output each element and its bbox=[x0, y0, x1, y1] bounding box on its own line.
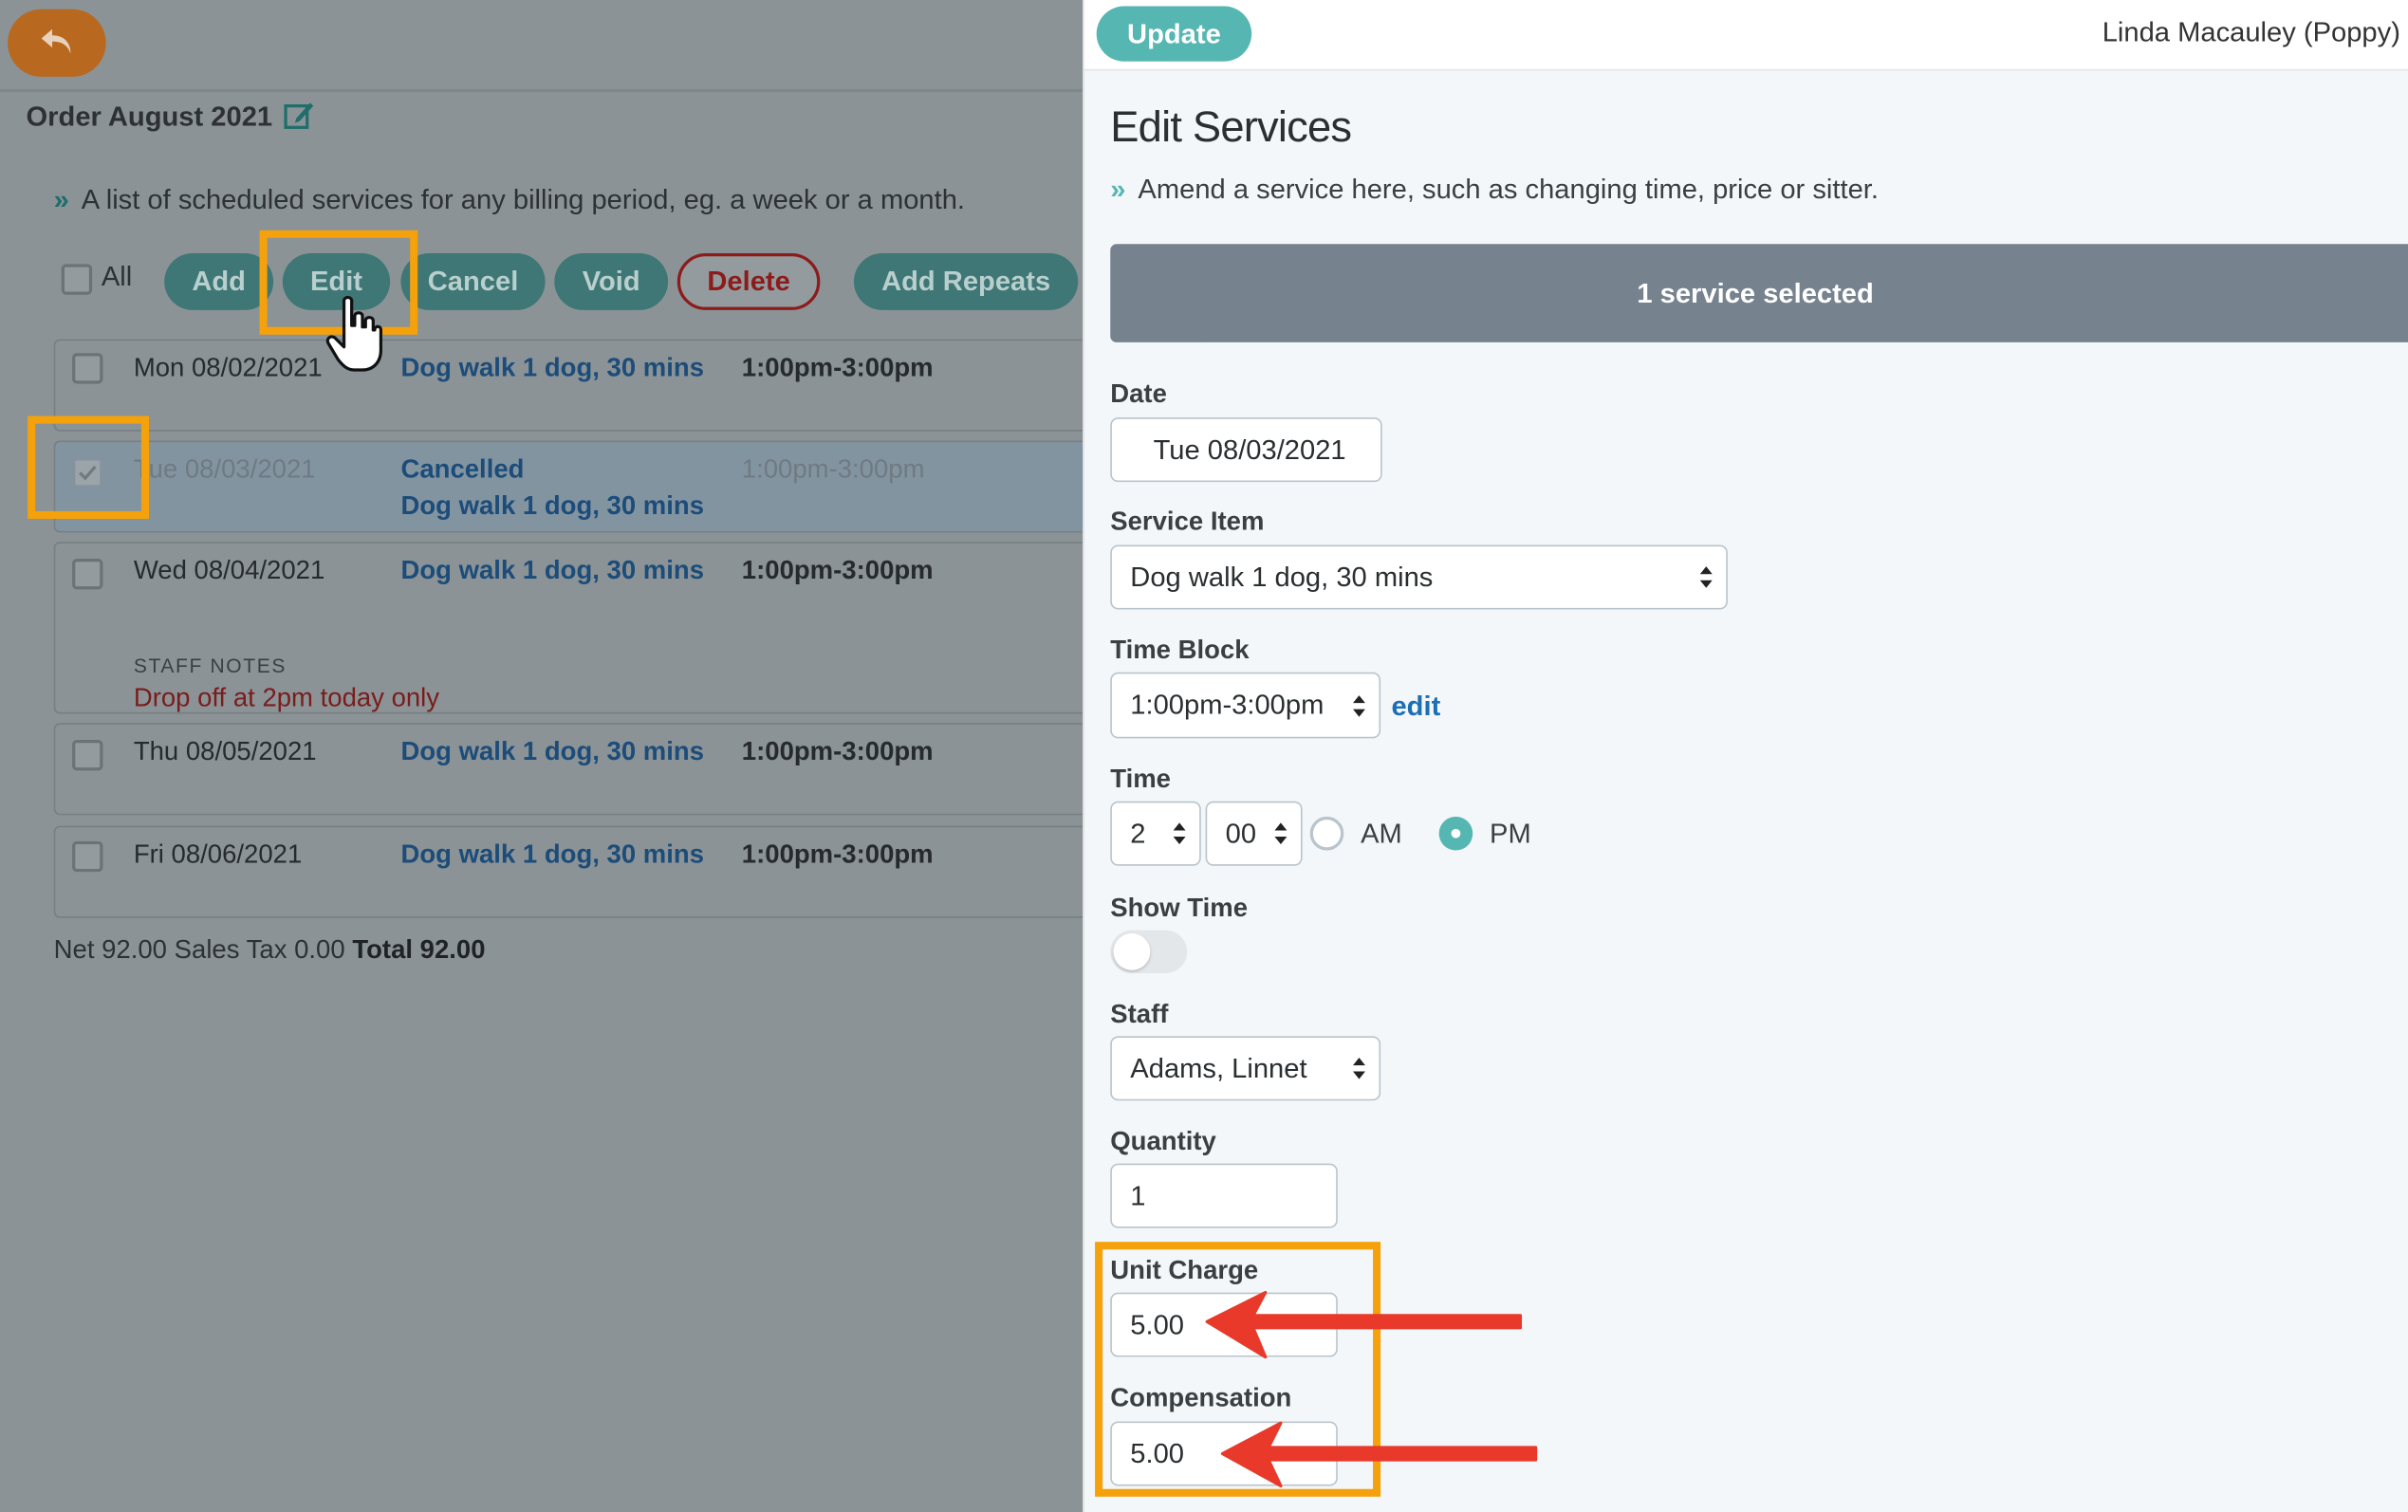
row-checkbox[interactable] bbox=[72, 353, 103, 384]
service-row[interactable]: Mon 08/02/2021 Dog walk 1 dog, 30 mins 1… bbox=[53, 339, 1084, 432]
pm-label: PM bbox=[1490, 818, 1531, 849]
row-date: Mon 08/02/2021 bbox=[133, 353, 323, 382]
row-service-link[interactable]: Dog walk 1 dog, 30 mins bbox=[400, 839, 704, 870]
row-status: Cancelled bbox=[400, 454, 525, 484]
sales-tax: Sales Tax 0.00 bbox=[174, 934, 345, 965]
service-item-label: Service Item bbox=[1110, 507, 1265, 536]
spinner-arrows-icon bbox=[1173, 822, 1186, 845]
staff-notes-text: Drop off at 2pm today only bbox=[133, 683, 440, 712]
spinner-arrows-icon bbox=[1353, 1057, 1365, 1079]
red-arrow-icon bbox=[1220, 1421, 1538, 1488]
time-block-value: 1:00pm-3:00pm bbox=[1130, 689, 1324, 720]
highlight-row-checkbox bbox=[28, 415, 150, 519]
staff-value: Adams, Linnet bbox=[1130, 1052, 1307, 1083]
minute-value: 00 bbox=[1225, 817, 1257, 849]
row-date: Tue 08/03/2021 bbox=[133, 454, 316, 484]
net-amount: Net 92.00 bbox=[53, 934, 167, 965]
panel-subtitle-text: Amend a service here, such as changing t… bbox=[1138, 173, 1879, 205]
show-time-toggle[interactable] bbox=[1110, 930, 1188, 973]
time-block-select[interactable]: 1:00pm-3:00pm bbox=[1110, 672, 1381, 739]
edit-note-icon[interactable] bbox=[283, 99, 317, 133]
row-checkbox[interactable] bbox=[72, 559, 103, 590]
service-item-value: Dog walk 1 dog, 30 mins bbox=[1130, 561, 1434, 592]
time-label: Time bbox=[1110, 764, 1171, 794]
toggle-knob bbox=[1113, 932, 1151, 970]
hour-select[interactable]: 2 bbox=[1110, 801, 1201, 866]
spinner-arrows-icon bbox=[1699, 566, 1713, 588]
date-label: Date bbox=[1110, 378, 1167, 409]
panel-subtitle: » Amend a service here, such as changing … bbox=[1110, 174, 1879, 206]
panel-header: Update Linda Macauley (Poppy) bbox=[1084, 0, 2408, 71]
service-item-select[interactable]: Dog walk 1 dog, 30 mins bbox=[1110, 544, 1728, 610]
row-service-link[interactable]: Dog walk 1 dog, 30 mins bbox=[400, 491, 704, 522]
service-row-selected[interactable]: Tue 08/03/2021 Cancelled Dog walk 1 dog,… bbox=[53, 440, 1084, 533]
order-totals: Net 92.00 Sales Tax 0.00 Total 92.00 bbox=[54, 935, 486, 966]
selection-banner: 1 service selected bbox=[1110, 244, 2408, 342]
select-all-checkbox[interactable] bbox=[61, 264, 93, 295]
minute-select[interactable]: 00 bbox=[1205, 801, 1303, 866]
void-button[interactable]: Void bbox=[554, 253, 669, 310]
service-row[interactable]: Wed 08/04/2021 Dog walk 1 dog, 30 mins 1… bbox=[53, 542, 1084, 714]
show-time-label: Show Time bbox=[1110, 893, 1249, 923]
edit-services-panel: Update Linda Macauley (Poppy) Edit Servi… bbox=[1083, 0, 2408, 1512]
order-page: Order August 2021 » A list of scheduled s… bbox=[0, 0, 1084, 1512]
hour-value: 2 bbox=[1130, 817, 1146, 849]
intro-text: » A list of scheduled services for any bi… bbox=[54, 179, 965, 219]
quantity-label: Quantity bbox=[1110, 1126, 1216, 1156]
row-date: Wed 08/04/2021 bbox=[133, 555, 325, 585]
row-service-link[interactable]: Dog walk 1 dog, 30 mins bbox=[400, 353, 704, 383]
pointer-hand-icon bbox=[325, 295, 383, 372]
row-time: 1:00pm-3:00pm bbox=[741, 454, 925, 484]
row-time: 1:00pm-3:00pm bbox=[741, 736, 934, 766]
row-date: Thu 08/05/2021 bbox=[133, 736, 317, 766]
staff-select[interactable]: Adams, Linnet bbox=[1110, 1036, 1381, 1101]
row-time: 1:00pm-3:00pm bbox=[741, 555, 934, 585]
double-chevron-icon: » bbox=[1110, 173, 1126, 205]
am-label: AM bbox=[1361, 818, 1402, 849]
delete-button[interactable]: Delete bbox=[676, 253, 821, 310]
cancel-button[interactable]: Cancel bbox=[400, 253, 546, 310]
spinner-arrows-icon bbox=[1274, 822, 1287, 845]
divider bbox=[0, 88, 1084, 93]
undo-arrow-icon bbox=[41, 28, 71, 54]
quantity-value: 1 bbox=[1130, 1179, 1146, 1211]
red-arrow-icon bbox=[1205, 1290, 1523, 1359]
staff-notes-heading: STAFF NOTES bbox=[133, 654, 287, 677]
staff-label: Staff bbox=[1110, 999, 1169, 1029]
back-button[interactable] bbox=[8, 9, 106, 77]
select-all-label: All bbox=[101, 261, 133, 292]
quantity-input[interactable]: 1 bbox=[1110, 1163, 1338, 1228]
update-button[interactable]: Update bbox=[1096, 6, 1252, 62]
pm-radio[interactable] bbox=[1438, 816, 1473, 851]
intro-label: A list of scheduled services for any bil… bbox=[81, 184, 966, 215]
order-title: Order August 2021 bbox=[26, 101, 273, 133]
total-amount: Total 92.00 bbox=[352, 934, 486, 965]
time-block-label: Time Block bbox=[1110, 635, 1250, 665]
service-row[interactable]: Fri 08/06/2021 Dog walk 1 dog, 30 mins 1… bbox=[53, 825, 1084, 918]
add-button[interactable]: Add bbox=[164, 253, 274, 310]
client-name: Linda Macauley (Poppy) bbox=[2102, 16, 2400, 48]
time-block-edit-link[interactable]: edit bbox=[1391, 691, 1440, 723]
row-checkbox[interactable] bbox=[72, 740, 103, 771]
double-chevron-icon: » bbox=[53, 184, 69, 215]
date-value: Tue 08/03/2021 bbox=[1153, 433, 1346, 465]
row-time: 1:00pm-3:00pm bbox=[741, 353, 934, 382]
panel-title: Edit Services bbox=[1110, 102, 1352, 151]
date-field[interactable]: Tue 08/03/2021 bbox=[1110, 417, 1382, 483]
row-service-link[interactable]: Dog walk 1 dog, 30 mins bbox=[400, 556, 704, 586]
row-checkbox[interactable] bbox=[72, 840, 103, 873]
row-service-link[interactable]: Dog walk 1 dog, 30 mins bbox=[400, 737, 704, 767]
row-time: 1:00pm-3:00pm bbox=[741, 839, 934, 869]
service-row[interactable]: Thu 08/05/2021 Dog walk 1 dog, 30 mins 1… bbox=[53, 723, 1084, 816]
spinner-arrows-icon bbox=[1353, 694, 1365, 716]
add-repeats-button[interactable]: Add Repeats bbox=[853, 253, 1079, 310]
am-radio[interactable] bbox=[1309, 816, 1344, 851]
row-date: Fri 08/06/2021 bbox=[133, 839, 303, 869]
